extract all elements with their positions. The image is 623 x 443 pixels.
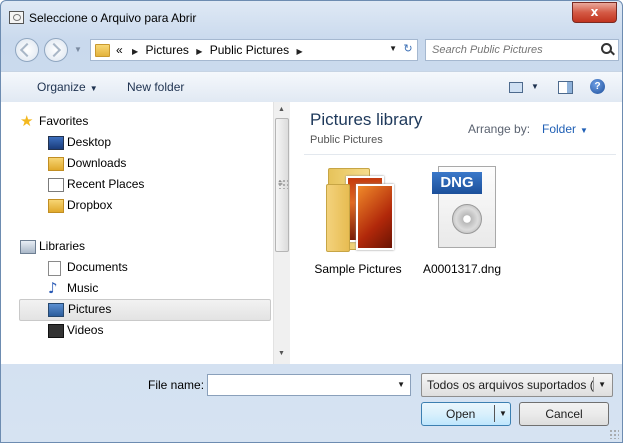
nav-pictures[interactable]: Pictures [19,299,271,321]
open-options-dropdown[interactable]: ▼ [499,409,507,418]
recent-places-icon [48,178,64,192]
search-icon[interactable] [601,43,612,54]
title-bar: Seleccione o Arquivo para Abrir x [1,1,622,33]
nav-downloads[interactable]: Downloads [45,154,269,174]
back-button[interactable] [15,38,39,62]
nav-desktop[interactable]: Desktop [45,133,269,153]
star-icon: ★ [20,112,34,130]
change-view-icon[interactable] [509,82,523,93]
scroll-up-arrow[interactable]: ▲ [278,106,285,113]
address-bar[interactable]: « ▶ Pictures ▶ Public Pictures ▶ ▼ ↻ [90,39,418,61]
downloads-icon [48,157,64,171]
view-dropdown[interactable]: ▼ [531,82,539,91]
organize-button[interactable]: Organize ▼ [37,80,98,94]
preview-pane-icon[interactable] [558,81,573,94]
refresh-icon[interactable]: ↻ [401,42,415,56]
breadcrumb-pictures[interactable]: Pictures [146,43,189,57]
scroll-down-arrow[interactable]: ▼ [278,350,285,357]
help-icon[interactable]: ? [590,79,605,94]
file-item-label: Sample Pictures [314,262,402,276]
nav-favorites[interactable]: ★ Favorites [17,112,269,132]
library-title: Pictures library [310,110,423,129]
divider [304,154,616,155]
file-name-dropdown[interactable]: ▼ [397,380,405,389]
music-icon: ♪ [48,279,58,297]
nav-music[interactable]: ♪ Music [45,279,269,299]
file-name-label: File name: [148,378,205,392]
open-file-dialog: Seleccione o Arquivo para Abrir x ▼ « ▶ … [0,0,623,443]
recent-pages-dropdown[interactable]: ▼ [74,45,82,54]
folder-icon [326,164,394,252]
desktop-icon [48,136,64,150]
pictures-icon [48,303,64,317]
nav-libraries[interactable]: Libraries [17,237,269,257]
command-bar: Organize ▼ New folder ▼ ? [1,71,622,103]
search-input[interactable] [430,42,594,58]
libraries-icon [20,240,36,254]
nav-videos[interactable]: Videos [45,321,269,341]
navigation-pane: ★ Favorites Desktop Downloads Recent Pla… [1,102,273,364]
new-folder-button[interactable]: New folder [127,80,184,94]
nav-documents[interactable]: Documents [45,258,269,278]
file-name-combobox[interactable]: ▼ [207,374,411,396]
arrange-by-dropdown[interactable]: Folder ▼ [542,122,588,136]
nav-dropbox[interactable]: Dropbox [45,196,269,216]
scrollbar-grip-icon: ≡ [278,179,288,189]
videos-icon [48,324,64,338]
content-area: ★ Favorites Desktop Downloads Recent Pla… [1,102,622,364]
cancel-button[interactable]: Cancel [519,402,609,426]
forward-button[interactable] [44,38,68,62]
file-type-select[interactable]: Todos os arquivos suportados ( ▼ [421,373,613,397]
open-button[interactable]: Open ▼ [421,402,511,426]
search-box[interactable] [425,39,619,61]
folder-icon [95,44,110,57]
window-icon [9,11,24,24]
navigation-scrollbar[interactable]: ▲ ≡ ▼ [273,102,290,364]
arrange-by-label: Arrange by: [468,122,531,136]
footer: File name: ▼ Todos os arquivos suportado… [1,364,622,442]
library-subtitle: Public Pictures [310,134,383,146]
file-item-dng[interactable]: DNG A0001317.dng [412,164,512,284]
breadcrumb-public-pictures[interactable]: Public Pictures [210,43,289,57]
breadcrumb-overflow[interactable]: « [116,43,123,57]
nav-recent-places[interactable]: Recent Places [45,175,269,195]
close-button[interactable]: x [572,2,617,23]
dropbox-icon [48,199,64,213]
address-row: ▼ « ▶ Pictures ▶ Public Pictures ▶ ▼ ↻ [1,35,622,65]
chevron-down-icon: ▼ [598,380,606,389]
file-name-input[interactable] [211,377,395,394]
file-item-sample-pictures[interactable]: Sample Pictures [308,164,408,284]
window-title: Seleccione o Arquivo para Abrir [29,11,197,25]
file-item-label: A0001317.dng [422,262,502,276]
documents-icon [48,261,61,276]
address-dropdown[interactable]: ▼ [389,44,397,53]
resize-grip[interactable] [609,429,619,439]
breadcrumb: « ▶ Pictures ▶ Public Pictures ▶ [116,43,303,57]
dng-file-icon: DNG [432,164,498,250]
dng-badge: DNG [432,172,482,194]
file-list: Pictures library Public Pictures Arrange… [290,102,622,364]
